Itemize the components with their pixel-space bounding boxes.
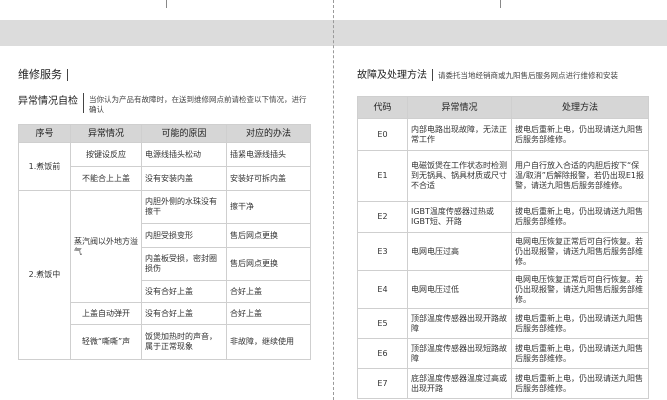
remedy-cell: 售后网点更换 — [226, 223, 311, 248]
code-cell: E6 — [357, 338, 408, 369]
table-row: E5 顶部温度传感器出现开路故障 拔电后重新上电，仍出现请送九阳售后服务部维修。 — [357, 308, 649, 339]
subsection-title: 异常情况自检 — [18, 96, 78, 107]
code-cell: E2 — [357, 201, 408, 233]
remedy-cell: 安装好可拆内盖 — [226, 166, 311, 191]
symptom-cell: 上盖自动弹开 — [70, 302, 142, 325]
symptom-cell: 顶部温度传感器出现短路故障 — [407, 338, 512, 369]
remedy-cell: 拔电后重新上电，仍出现请送九阳售后服务部维修。 — [511, 118, 649, 151]
table-row: E3 电网电压过高 电网电压恢复正常后可自行恢复。若仍出现报警，请送九阳售后服务… — [357, 232, 649, 271]
left-section-header: 维修服务 — [18, 66, 73, 82]
cause-cell: 电源线插头松动 — [141, 142, 227, 167]
remedy-cell: 拔电后重新上电，仍出现请送九阳售后服务部维修。 — [511, 368, 649, 399]
remedy-cell: 拔电后重新上电，仍出现请送九阳售后服务部维修。 — [511, 338, 649, 369]
symptom-cell: 电磁饭煲在工作状态时检测到无锅具、锅具材质或尺寸不合适 — [407, 150, 512, 202]
col-header: 处理方法 — [511, 96, 649, 119]
symptom-cell: 内部电路出现故障，无法正常工作 — [407, 118, 512, 151]
title-separator — [83, 93, 84, 113]
symptom-cell: 按键设反应 — [70, 142, 142, 167]
col-header: 异常情况 — [407, 96, 512, 119]
symptom-cell: 不能合上上盖 — [70, 166, 142, 191]
table-header-row: 代码 异常情况 处理方法 — [357, 96, 649, 119]
remedy-cell: 拔电后重新上电，仍出现请送九阳售后服务部维修。 — [511, 201, 649, 233]
table-header-row: 序号 异常情况 可能的原因 对应的办法 — [18, 124, 311, 143]
table-row: E7 底部温度传感器温度过高或出现开路 拔电后重新上电，仍出现请送九阳售后服务部… — [357, 368, 649, 399]
right-section-header: 故障及处理方法 请委托当地经销商或九阳售后服务网点进行维修和安装 — [357, 66, 618, 81]
group-label: 1.煮饭前 — [18, 142, 71, 191]
col-header: 异常情况 — [70, 124, 142, 143]
cause-cell: 内胆外侧的水珠没有擦干 — [141, 190, 227, 224]
remedy-cell: 售后网点更换 — [226, 247, 311, 281]
table-row: E1 电磁饭煲在工作状态时检测到无锅具、锅具材质或尺寸不合适 用户自行放入合适的… — [357, 150, 649, 202]
code-cell: E7 — [357, 368, 408, 399]
remedy-cell: 擦干净 — [226, 190, 311, 224]
code-cell: E0 — [357, 118, 408, 151]
table-row: E2 IGBT温度传感器过热或IGBT短、开路 拔电后重新上电，仍出现请送九阳售… — [357, 201, 649, 233]
symptom-cell: 轻微“嘶嘶”声 — [70, 324, 142, 360]
remedy-cell: 电网电压恢复正常后可自行恢复。若仍出现报警，请送九阳售后服务部维修。 — [511, 232, 649, 271]
table-row: 1.煮饭前 按键设反应 电源线插头松动 插紧电源线插头 — [18, 142, 311, 191]
table-row: E0 内部电路出现故障，无法正常工作 拔电后重新上电，仍出现请送九阳售后服务部维… — [357, 118, 649, 151]
cause-cell: 内胆受损变形 — [141, 223, 227, 248]
remedy-cell: 用户自行放入合适的内胆后按下“保温/取消”后解除报警，若仍出现E1报警，请送九阳… — [511, 150, 649, 202]
crop-mark — [500, 0, 501, 8]
group-label: 2.煮饭中 — [18, 190, 71, 360]
col-header: 可能的原因 — [141, 124, 227, 143]
cause-cell: 饭煲加热时的声音，属于正常现象 — [141, 324, 227, 360]
title-separator — [432, 69, 433, 81]
col-header: 对应的办法 — [226, 124, 311, 143]
cause-cell: 没有合好上盖 — [141, 280, 227, 303]
crop-mark — [166, 0, 167, 8]
remedy-cell: 拔电后重新上电，仍出现请送九阳售后服务部维修。 — [511, 308, 649, 339]
subsection-header: 异常情况自检 当你认为产品有故障时，在送到维修网点前请检查以下情况，进行确认 — [18, 93, 318, 115]
symptom-cell: 蒸汽阀以外地方溢气 — [70, 190, 142, 303]
symptom-cell: 电网电压过低 — [407, 270, 512, 309]
remedy-cell: 电网电压恢复正常后可自行恢复。若仍出现报警，请送九阳售后服务部维修。 — [511, 270, 649, 309]
symptom-cell: 顶部温度传感器出现开路故障 — [407, 308, 512, 339]
code-cell: E3 — [357, 232, 408, 271]
subsection-note: 当你认为产品有故障时，在送到维修网点前请检查以下情况，进行确认 — [89, 95, 307, 114]
symptom-cell: 底部温度传感器温度过高或出现开路 — [407, 368, 512, 399]
error-code-table: 代码 异常情况 处理方法 E0 内部电路出现故障，无法正常工作 拔电后重新上电，… — [357, 96, 649, 399]
remedy-cell: 非故障，继续使用 — [226, 324, 311, 360]
remedy-cell: 合好上盖 — [226, 280, 311, 303]
title-separator — [67, 69, 68, 81]
table-row: E6 顶部温度传感器出现短路故障 拔电后重新上电，仍出现请送九阳售后服务部维修。 — [357, 338, 649, 369]
table-row: 2.煮饭中 蒸汽阀以外地方溢气 内胆外侧的水珠没有擦干 擦干净 — [18, 190, 311, 360]
self-check-table: 序号 异常情况 可能的原因 对应的办法 1.煮饭前 按键设反应 电源线插头松动 … — [18, 124, 311, 360]
cause-cell: 没有安装内盖 — [141, 166, 227, 191]
code-cell: E4 — [357, 270, 408, 309]
col-header: 序号 — [18, 124, 71, 143]
code-cell: E1 — [357, 150, 408, 202]
cause-cell: 没有合好上盖 — [141, 302, 227, 325]
remedy-cell: 插紧电源线插头 — [226, 142, 311, 167]
section-note: 请委托当地经销商或九阳售后服务网点进行维修和安装 — [438, 71, 618, 80]
cause-cell: 内盖板受损，密封圈损伤 — [141, 247, 227, 281]
section-title: 故障及处理方法 — [357, 70, 427, 81]
symptom-cell: IGBT温度传感器过热或IGBT短、开路 — [407, 201, 512, 233]
remedy-cell: 合好上盖 — [226, 302, 311, 325]
symptom-cell: 电网电压过高 — [407, 232, 512, 271]
page-divider — [333, 0, 334, 400]
col-header: 代码 — [357, 96, 408, 119]
section-title: 维修服务 — [18, 68, 62, 81]
code-cell: E5 — [357, 308, 408, 339]
table-row: E4 电网电压过低 电网电压恢复正常后可自行恢复。若仍出现报警，请送九阳售后服务… — [357, 270, 649, 309]
